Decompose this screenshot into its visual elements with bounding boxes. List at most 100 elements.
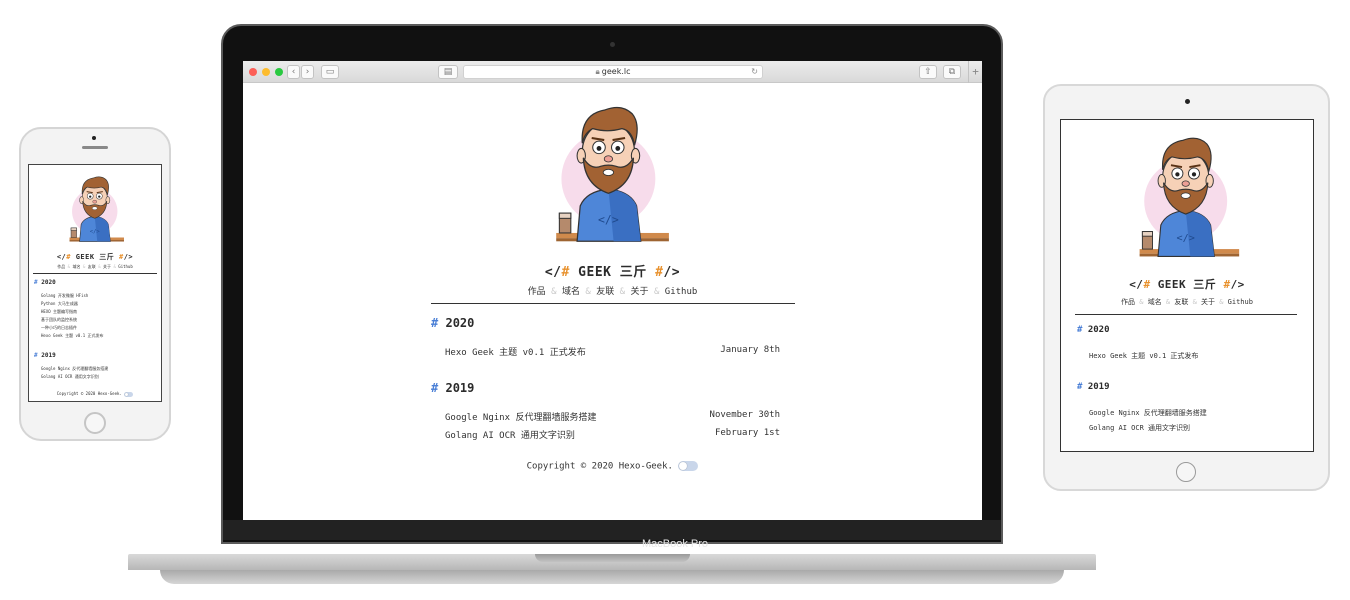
dark-mode-toggle[interactable]	[124, 391, 134, 397]
post-link[interactable]: HEXO 主题编写指南	[41, 309, 77, 315]
phone-screen: </# GEEK 三斤 #/> 作品 & 域名 & 友联 & 关于 & Gith…	[28, 164, 162, 402]
back-arrow-icon[interactable]: ‹	[287, 65, 300, 79]
brand-open-tag: </	[56, 253, 67, 261]
post-link[interactable]: Google Nginx 反代理翻墙服务搭建	[1089, 408, 1207, 418]
nav-domains[interactable]: 域名	[1148, 298, 1162, 306]
phone-camera	[92, 136, 96, 140]
post-link[interactable]: Golang AI OCR 通用文字识别	[445, 428, 575, 441]
laptop-screen: </# GEEK 三斤 #/> 作品 & 域名 & 友联 & 关于 & Gith…	[243, 83, 982, 521]
brand-name: GEEK 三斤	[578, 265, 647, 280]
year-label: 2020	[1087, 325, 1110, 335]
post-link[interactable]: Hexo Geek 主题 v0.1 正式发布	[41, 333, 104, 339]
nav-about[interactable]: 关于	[103, 264, 111, 269]
nav-friends[interactable]: 友联	[1174, 298, 1188, 306]
browser-toolbar: ‹ › ▭ ▤ 🔒︎ geek.lc ↻ ⇧ ⧉ +	[243, 61, 982, 83]
tablet-home-button[interactable]	[1176, 462, 1196, 482]
nav-separator: &	[98, 264, 101, 269]
share-icon[interactable]: ⇧	[919, 65, 937, 79]
maximize-window-dot[interactable]	[275, 68, 283, 76]
close-window-dot[interactable]	[249, 68, 257, 76]
post-link[interactable]: Google Nginx 反代理翻墙服务搭建	[41, 366, 108, 372]
site-nav: 作品 & 域名 & 友联 & 关于 & Github	[243, 284, 982, 297]
year-heading: # 2020	[1077, 325, 1110, 335]
site-nav: 作品 & 域名 & 友联 & 关于 & Github	[1061, 297, 1313, 307]
nav-separator: &	[1192, 298, 1197, 306]
geek-avatar-illustration	[69, 176, 125, 243]
dark-mode-toggle[interactable]	[678, 461, 699, 471]
post-link[interactable]: 基于团队的监控系统	[41, 317, 77, 323]
nav-separator: &	[67, 264, 71, 269]
site-brand[interactable]: </# GEEK 三斤 #/>	[1061, 276, 1313, 292]
post-date: February 1st	[714, 428, 780, 438]
nav-about[interactable]: 关于	[631, 287, 649, 297]
site-brand[interactable]: </# GEEK 三斤 #/>	[243, 261, 982, 280]
post-date: November 30th	[709, 410, 780, 420]
site-nav: 作品 & 域名 & 友联 & 关于 & Github	[29, 264, 161, 270]
nav-works[interactable]: 作品	[57, 264, 65, 269]
footer: Copyright © 2020 Hexo-Geek.	[29, 391, 161, 397]
new-tab-icon[interactable]: +	[968, 61, 982, 83]
post-link[interactable]: 一种小巧的日志插件	[41, 325, 77, 331]
brand-close-tag: />	[1230, 278, 1245, 291]
post-link[interactable]: Python 大马生成器	[41, 301, 78, 307]
post-link[interactable]: Hexo Geek 主题 v0.1 正式发布	[445, 345, 586, 358]
brand-close-tag: />	[123, 253, 134, 261]
minimize-window-dot[interactable]	[262, 68, 270, 76]
nav-github[interactable]: Github	[665, 287, 698, 297]
year-label: 2019	[41, 352, 56, 359]
geek-avatar-illustration	[1138, 137, 1241, 258]
brand-hash: #	[1143, 278, 1151, 291]
nav-friends[interactable]: 友联	[88, 264, 96, 269]
reader-icon[interactable]: ▤	[438, 65, 458, 79]
laptop-model-label: MacBook Pro	[641, 538, 709, 550]
year-heading: # 2020	[34, 279, 56, 286]
post-link[interactable]: Golang AI OCR 通用文字识别	[1089, 423, 1190, 433]
nav-github[interactable]: Github	[1228, 298, 1253, 306]
tabs-overview-icon[interactable]: ⧉	[943, 65, 961, 79]
year-heading: # 2019	[1077, 382, 1110, 392]
sidebar-icon[interactable]: ▭	[321, 65, 339, 79]
nav-domains[interactable]: 域名	[562, 287, 580, 297]
nav-about[interactable]: 关于	[1201, 298, 1215, 306]
nav-separator: &	[1219, 298, 1224, 306]
header-divider	[33, 273, 157, 274]
nav-works[interactable]: 作品	[1121, 298, 1135, 306]
phone-home-button[interactable]	[84, 412, 106, 434]
nav-domains[interactable]: 域名	[73, 264, 81, 269]
nav-separator: &	[113, 264, 116, 269]
year-label: 2020	[445, 316, 475, 330]
post-date: January 8th	[720, 345, 780, 355]
post-link[interactable]: Golang AI OCR 通用文字识别	[41, 374, 99, 380]
reload-icon[interactable]: ↻	[751, 66, 758, 78]
geek-avatar-illustration	[555, 106, 670, 243]
url-text: geek.lc	[601, 67, 631, 76]
copyright-text: Copyright © 2020 Hexo-Geek.	[526, 461, 673, 472]
nav-separator: &	[82, 264, 86, 269]
year-label: 2020	[41, 279, 56, 286]
nav-friends[interactable]: 友联	[596, 287, 614, 297]
site-brand[interactable]: </# GEEK 三斤 #/>	[29, 252, 161, 262]
brand-hash: #	[561, 265, 570, 280]
brand-open-tag: </	[1129, 278, 1144, 291]
phone-speaker	[82, 146, 108, 149]
nav-separator: &	[1165, 298, 1171, 306]
brand-hash-right: #	[1223, 278, 1231, 291]
nav-separator: &	[653, 287, 660, 297]
copyright-text: Copyright © 2020 Hexo-Geek.	[56, 391, 122, 396]
footer: Copyright © 2020 Hexo-Geek.	[243, 461, 982, 472]
lock-icon: 🔒︎	[595, 67, 600, 76]
brand-open-tag: </	[544, 265, 562, 280]
tablet-camera	[1185, 99, 1190, 104]
year-heading: # 2020	[431, 316, 475, 330]
nav-separator: &	[585, 287, 591, 297]
nav-works[interactable]: 作品	[528, 287, 546, 297]
address-bar[interactable]: 🔒︎ geek.lc ↻	[463, 65, 763, 79]
year-heading: # 2019	[34, 352, 56, 359]
post-link[interactable]: Google Nginx 反代理翻墙服务搭建	[445, 410, 596, 423]
brand-hash: #	[66, 253, 71, 261]
post-link[interactable]: Hexo Geek 主题 v0.1 正式发布	[1089, 351, 1198, 361]
nav-github[interactable]: Github	[118, 264, 132, 269]
post-link[interactable]: Golang 开发微服 HFish	[41, 293, 88, 299]
forward-arrow-icon[interactable]: ›	[301, 65, 314, 79]
laptop-camera	[610, 42, 615, 47]
